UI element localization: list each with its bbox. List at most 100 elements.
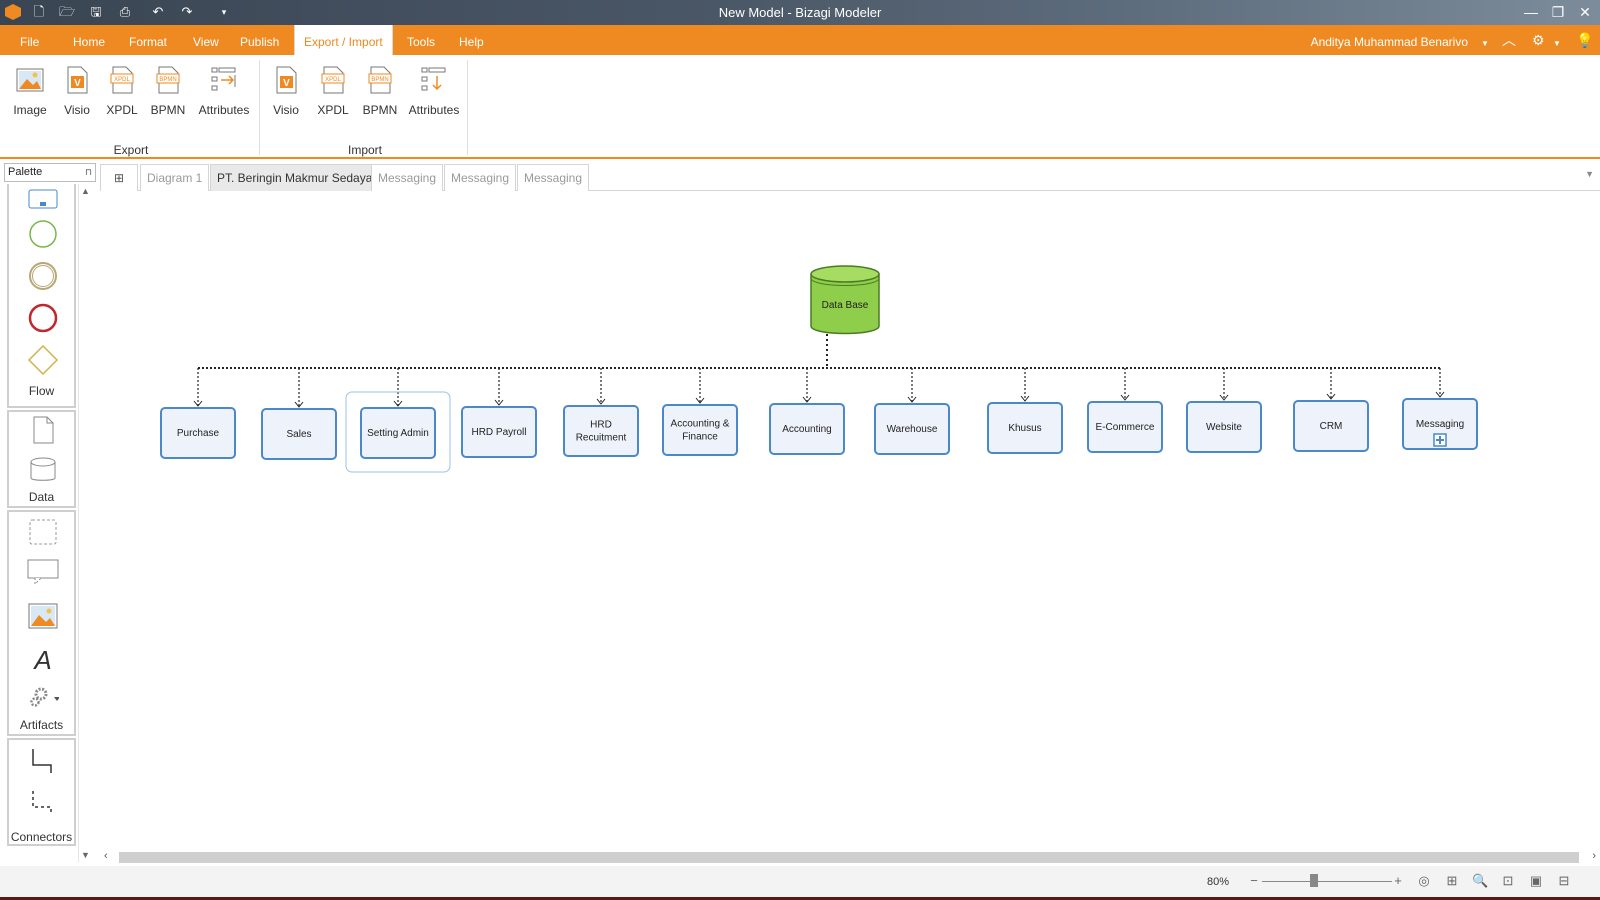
node-label: Khusus (1008, 423, 1041, 434)
palette-scrollbar[interactable]: ▲ ▼ (78, 184, 94, 862)
scroll-left-icon[interactable]: ‹ (104, 850, 108, 862)
menu-home[interactable]: Home (64, 25, 114, 55)
import-visio-button[interactable]: V Visio (262, 65, 310, 117)
user-dropdown-icon[interactable]: ▼ (1481, 37, 1489, 51)
tab-messaging[interactable]: Messaging (444, 164, 517, 191)
end-event-icon[interactable] (27, 302, 59, 334)
gateway-icon[interactable] (27, 344, 59, 376)
diagram-canvas[interactable]: Data Base Purchase Sales Setting Admin HRD … (96, 192, 1600, 848)
menu-bar: File Home Format View Publish Export / I… (0, 25, 1600, 55)
lightbulb-icon[interactable]: 💡 (1576, 33, 1593, 47)
svg-text:A: A (32, 645, 51, 674)
process-node[interactable]: Sales (261, 408, 337, 460)
process-node[interactable]: CRM (1293, 400, 1369, 452)
gear-icon[interactable]: ⚙ (1532, 33, 1545, 47)
export-attributes-button[interactable]: Attributes (196, 65, 252, 117)
process-node[interactable]: Warehouse (874, 403, 950, 455)
intermediate-event-icon[interactable] (27, 260, 59, 292)
restore-icon[interactable]: ❐ (1545, 2, 1571, 22)
export-xpdl-button[interactable]: XPDL XPDL (98, 65, 146, 117)
menu-help[interactable]: Help (450, 25, 493, 55)
process-node[interactable]: Purchase (160, 407, 236, 459)
image-icon[interactable] (27, 600, 59, 632)
zoom-slider-track[interactable] (1262, 881, 1392, 882)
export-image-label: Image (13, 103, 47, 117)
process-node[interactable]: Khusus (987, 402, 1063, 454)
import-attributes-button[interactable]: Attributes (406, 65, 462, 117)
overview-icon[interactable]: ⊟ (1556, 873, 1572, 889)
zoom-slider-thumb[interactable] (1310, 874, 1318, 887)
zoom-level: 80% (1207, 876, 1230, 888)
node-label: CRM (1320, 421, 1343, 432)
scroll-right-icon[interactable]: › (1592, 850, 1596, 862)
import-bpmn-button[interactable]: BPMN BPMN (356, 65, 404, 117)
menu-export-import[interactable]: Export / Import (294, 25, 393, 55)
task-shape-icon[interactable] (27, 184, 59, 216)
process-node[interactable]: HRD Recuitment (563, 405, 639, 457)
horizontal-scrollbar[interactable]: ‹ › (100, 848, 1600, 866)
svg-text:V: V (283, 78, 290, 89)
zoom-out-icon[interactable]: − (1246, 873, 1262, 889)
tab-messaging[interactable]: Messaging (371, 164, 444, 191)
horizontal-scroll-thumb[interactable] (119, 852, 1579, 863)
svg-text:BPMN: BPMN (159, 77, 176, 83)
zoom-search-icon[interactable]: 🔍 (1472, 873, 1488, 889)
menu-view[interactable]: View (184, 25, 228, 55)
scroll-down-icon[interactable]: ▼ (81, 850, 90, 860)
data-object-icon[interactable] (27, 414, 59, 446)
tab-diagram-1[interactable]: Diagram 1 (140, 164, 210, 191)
xpdl-icon: XPDL (110, 66, 134, 94)
annotation-icon[interactable] (27, 556, 59, 588)
collapse-ribbon-icon[interactable]: ︿ (1502, 33, 1516, 47)
tab-messaging[interactable]: Messaging (517, 164, 590, 191)
svg-text:BPMN: BPMN (371, 77, 388, 83)
menu-file[interactable]: File (11, 25, 48, 55)
scroll-up-icon[interactable]: ▲ (81, 186, 90, 196)
actual-size-icon[interactable]: ⊡ (1500, 873, 1516, 889)
node-label: Accounting (782, 424, 831, 435)
process-node[interactable]: Messaging (1402, 398, 1478, 450)
diagram-svg: Data Base Purchase Sales Setting Admin HRD … (160, 265, 1478, 473)
presentation-icon[interactable]: ▣ (1528, 873, 1544, 889)
process-node[interactable]: Accounting (769, 403, 845, 455)
start-event-icon[interactable] (27, 218, 59, 250)
process-node[interactable]: E-Commerce (1087, 401, 1163, 453)
gears-icon[interactable] (27, 682, 59, 714)
data-store-icon[interactable] (27, 454, 59, 486)
process-node[interactable]: HRD Payroll (461, 406, 537, 458)
text-icon[interactable]: A (27, 642, 59, 674)
database-label: Data Base (822, 300, 869, 311)
menu-publish[interactable]: Publish (231, 25, 288, 55)
export-bpmn-button[interactable]: BPMN BPMN (144, 65, 192, 117)
import-xpdl-button[interactable]: XPDL XPDL (309, 65, 357, 117)
minimize-icon[interactable]: — (1518, 2, 1544, 22)
menu-format[interactable]: Format (120, 25, 176, 55)
tab-pt-beringin-makmur-sedaya[interactable]: PT. Beringin Makmur Sedaya (210, 164, 380, 191)
export-visio-button[interactable]: V Visio (53, 65, 101, 117)
palette-section-data: Data (7, 410, 76, 508)
database-top (810, 265, 880, 283)
process-node[interactable]: Accounting & Finance (662, 404, 738, 456)
bpmn-icon: BPMN (156, 66, 180, 94)
palette-header: Palette ⊓ (4, 163, 96, 182)
fit-page-icon[interactable]: ⊞ (1444, 873, 1460, 889)
node-label: Accounting & (671, 419, 730, 430)
import-group-label: Import (347, 143, 382, 157)
menu-tools[interactable]: Tools (398, 25, 444, 55)
export-attributes-label: Attributes (198, 103, 250, 117)
close-icon[interactable]: ✕ (1572, 2, 1598, 22)
process-node[interactable]: Website (1186, 401, 1262, 453)
pin-icon[interactable]: ⊓ (85, 164, 92, 181)
sequence-flow-icon[interactable] (27, 746, 59, 778)
group-icon[interactable] (27, 516, 59, 548)
ribbon-separator (467, 60, 468, 155)
model-overview-icon[interactable]: ⊞ (100, 164, 138, 191)
export-image-button[interactable]: Image (6, 65, 54, 117)
database-node[interactable]: Data Base (810, 265, 880, 335)
association-icon[interactable] (27, 788, 59, 820)
user-name[interactable]: Anditya Muhammad Benarivo (1311, 25, 1468, 55)
settings-dropdown-icon[interactable]: ▼ (1553, 37, 1561, 51)
tabs-dropdown-icon[interactable]: ▼ (1585, 169, 1594, 179)
fit-zoom-icon[interactable]: ◎ (1416, 873, 1432, 889)
zoom-in-icon[interactable]: + (1390, 873, 1406, 889)
